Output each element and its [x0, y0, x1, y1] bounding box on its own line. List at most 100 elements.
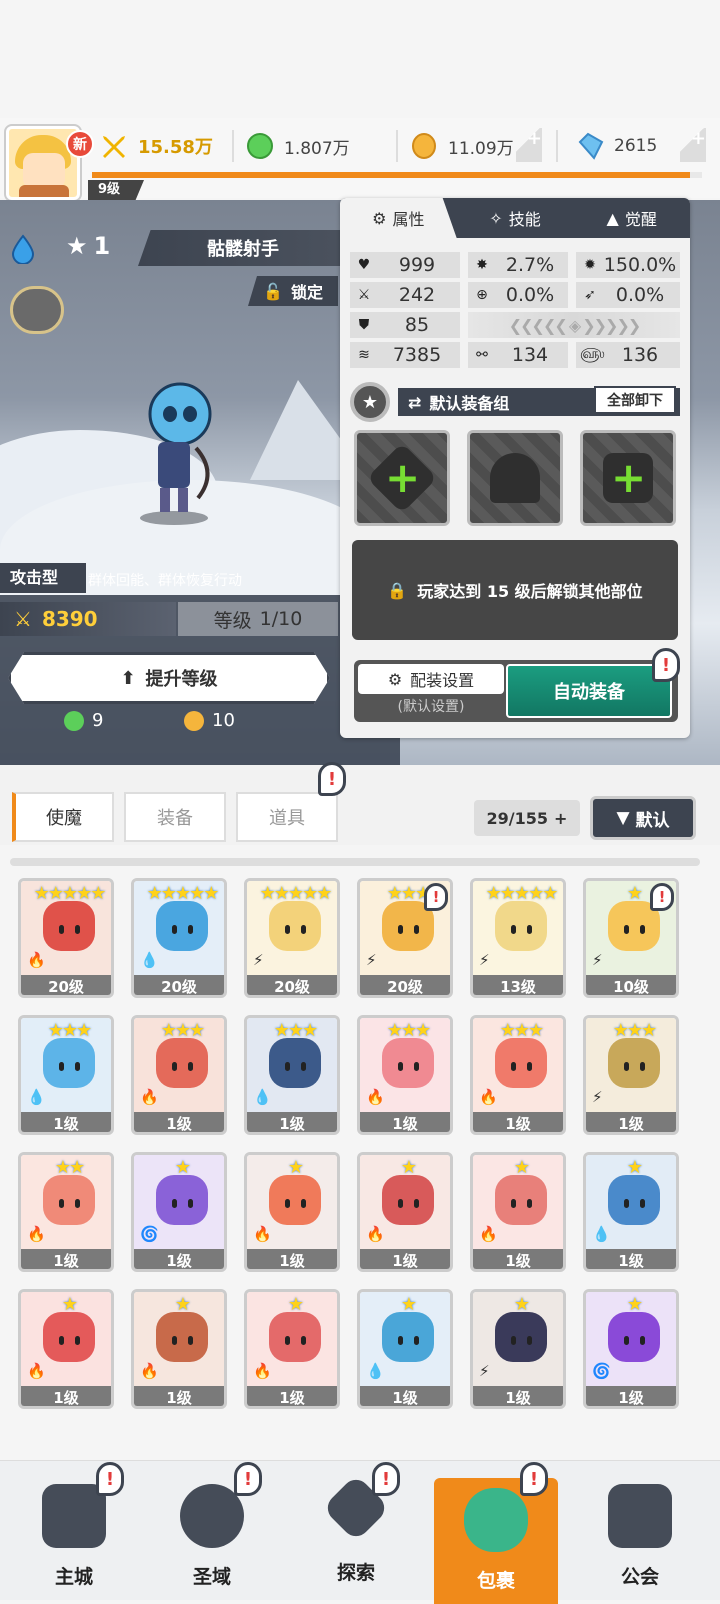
familiar-card[interactable]: ★★★★★ 💧 20级 [131, 878, 227, 998]
stat-crit-damage: ✹ 150.0% [576, 252, 680, 278]
stat-dodge: ➶ 0.0% [576, 282, 680, 308]
rarity-stars: ★ [287, 1294, 304, 1315]
stat-value: 150.0% [603, 254, 677, 276]
green-gem-icon [247, 133, 273, 159]
familiar-card[interactable]: ★★★ 🔥 1级 [470, 1015, 566, 1135]
auto-equip-button[interactable]: 自动装备 [506, 664, 672, 718]
crystal-resource[interactable]: 2615 [576, 128, 657, 164]
nav-guild[interactable]: 公会 [578, 1474, 702, 1600]
element-icon: ⚡ [253, 951, 264, 969]
helmet-slot[interactable] [467, 430, 563, 526]
familiar-card[interactable]: ★★★ 🔥 1级 [131, 1015, 227, 1135]
familiar-card[interactable]: ★ 🔥 1级 [357, 1152, 453, 1272]
element-icon: 💧 [27, 1088, 46, 1106]
tab-equipment[interactable]: 装备 [124, 792, 226, 842]
familiar-card[interactable]: ★★★ ⚡ 1级 [583, 1015, 679, 1135]
padlock-bubble-icon[interactable] [10, 286, 64, 334]
familiar-card[interactable]: ★★★★★ 🔥 20级 [18, 878, 114, 998]
equipment-actions: ⚙ 配装设置 (默认设置) 自动装备 [354, 660, 678, 722]
nav-explore[interactable]: 探索 [294, 1474, 418, 1600]
hero-power-value: 8390 [41, 607, 98, 631]
hero-role-description: 群体回能、群体恢复行动 [88, 573, 242, 589]
star-count: 1 [93, 232, 111, 260]
rarity-stars: ★★★★★ [146, 883, 220, 904]
element-icon: ⚡ [366, 951, 377, 969]
rarity-stars: ★★ [54, 1157, 85, 1178]
tab-items[interactable]: 道具 [236, 792, 338, 842]
familiar-card[interactable]: ★★ 🔥 1级 [18, 1152, 114, 1272]
weapon-slot[interactable]: + [354, 430, 450, 526]
familiar-card[interactable]: ★ 🔥 1级 [470, 1152, 566, 1272]
add-gold-button[interactable]: + [516, 128, 542, 162]
nav-bag[interactable]: 包裹 [434, 1478, 558, 1604]
skeleton-archer-sprite [140, 382, 212, 525]
stat-value: 242 [398, 284, 436, 306]
familiar-card[interactable]: ★ ⚡ 1级 [470, 1289, 566, 1409]
equipment-group-label: 默认装备组 [429, 394, 510, 413]
rarity-stars: ★★★ [160, 1020, 205, 1041]
locked-message-text: 玩家达到 15 级后解锁其他部位 [417, 582, 643, 601]
hero-name: 骷髅射手 [138, 230, 348, 266]
familiar-level: 20级 [247, 975, 337, 995]
equipment-star-icon[interactable]: ★ [350, 382, 390, 422]
familiar-level: 1级 [586, 1112, 676, 1132]
water-element-icon [10, 234, 36, 268]
familiar-level: 1级 [134, 1112, 224, 1132]
gold-coin-resource[interactable]: 11.09万 [410, 128, 514, 164]
familiar-card[interactable]: ★ 🔥 1级 [18, 1289, 114, 1409]
effect-icon: ⚯ [476, 347, 488, 363]
familiar-card[interactable]: ★★★ 🔥 1级 [357, 1015, 453, 1135]
familiar-level: 1级 [21, 1249, 111, 1269]
familiar-card[interactable]: ★ 🔥 1级 [244, 1152, 340, 1272]
tab-familiars[interactable]: 使魔 [12, 792, 114, 842]
burst-icon: ✸ [476, 257, 488, 273]
familiar-card[interactable]: ★ 🌀 1级 [583, 1289, 679, 1409]
familiar-card[interactable]: ★ 🔥 1级 [131, 1289, 227, 1409]
familiar-card[interactable]: ★★★ 💧 1级 [244, 1015, 340, 1135]
familiar-level: 1级 [360, 1249, 450, 1269]
green-gem-value: 1.807万 [284, 138, 350, 159]
tab-attributes[interactable]: ⚙ 属性 [340, 198, 457, 238]
new-badge: 新 [66, 130, 94, 158]
sun-burst-icon: ✹ [584, 257, 596, 273]
familiar-card[interactable]: ★★★★★ ⚡ 13级 [470, 878, 566, 998]
familiar-level: 1级 [360, 1112, 450, 1132]
green-gem-resource[interactable]: 1.807万 [246, 128, 350, 164]
sort-dropdown[interactable]: ▼ 默认 [590, 796, 696, 840]
familiar-grid: ★★★★★ 🔥 20级 ★★★★★ 💧 20级 ★★★★★ ⚡ 20级 ★★★ ⚡ 20级! ★★★★★… [18, 878, 704, 1478]
gold-coin-icon [412, 133, 436, 159]
lock-button[interactable]: 🔓 锁定 [248, 276, 338, 306]
hero-power: ⚔ 8390 [0, 602, 176, 636]
xp-bar [92, 172, 702, 178]
armor-slot[interactable]: + [580, 430, 676, 526]
upgrade-level-button[interactable]: ⬆ 提升等级 [8, 652, 330, 704]
familiar-card[interactable]: ★ 🔥 1级 [244, 1289, 340, 1409]
familiar-level: 20级 [134, 975, 224, 995]
config-label: 配装设置 [410, 671, 475, 690]
rarity-stars: ★ [626, 1157, 643, 1178]
inventory-count[interactable]: 29/155 + [474, 800, 580, 836]
familiar-level: 1级 [473, 1249, 563, 1269]
stat-row: ⛊ 85 ❮❮❮❮❮ ◈ ❯❯❯❯❯ [350, 312, 680, 338]
stat-row: ⚔ 242 ⊕ 0.0% ➶ 0.0% [350, 282, 680, 308]
familiar-card[interactable]: ★★★ 💧 1级 [18, 1015, 114, 1135]
familiar-card[interactable]: ★ ⚡ 10级! [583, 878, 679, 998]
add-crystal-button[interactable]: + [680, 128, 706, 162]
dodge-icon: ➶ [584, 287, 596, 303]
familiar-card[interactable]: ★ 💧 1级 [357, 1289, 453, 1409]
rarity-stars: ★★★★★ [485, 883, 559, 904]
familiar-card[interactable]: ★★★★★ ⚡ 20级 [244, 878, 340, 998]
triangle-down-icon: ▼ [616, 808, 630, 828]
familiar-card[interactable]: ★ 🌀 1级 [131, 1152, 227, 1272]
stat-attack: ⚔ 242 [350, 282, 460, 308]
element-icon: 🔥 [140, 1088, 159, 1106]
config-settings-button[interactable]: ⚙ 配装设置 [358, 664, 504, 694]
upgrade-label: 提升等级 [145, 669, 218, 690]
unequip-all-button[interactable]: 全部卸下 [594, 386, 676, 414]
familiar-level: 1级 [134, 1386, 224, 1406]
tab-skills[interactable]: ✧ 技能 [457, 198, 574, 238]
element-icon: 💧 [140, 951, 159, 969]
familiar-card[interactable]: ★ 💧 1级 [583, 1152, 679, 1272]
tab-awaken[interactable]: ▲ 觉醒 [573, 198, 690, 238]
familiar-card[interactable]: ★★★ ⚡ 20级! [357, 878, 453, 998]
